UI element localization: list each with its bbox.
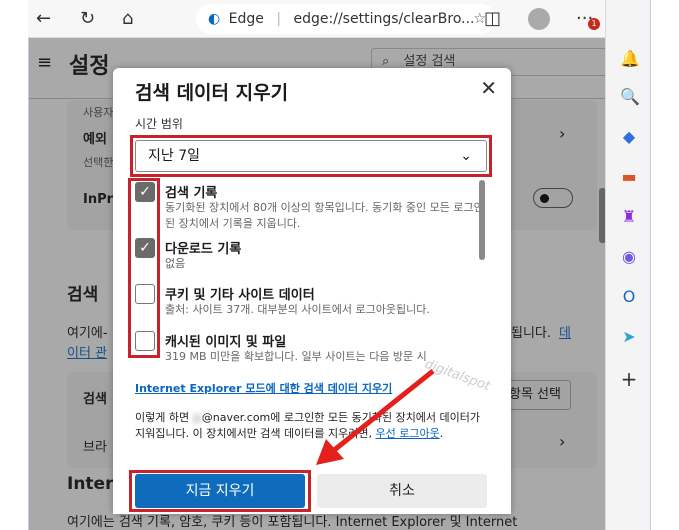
inprivate-toggle[interactable]	[533, 188, 573, 208]
profile-avatar[interactable]	[528, 8, 550, 30]
back-icon[interactable]: ←	[36, 8, 51, 29]
bg-text: 됩니다.	[511, 326, 552, 341]
checkbox[interactable]	[135, 284, 155, 304]
add-icon[interactable]: +	[620, 369, 638, 389]
bg-text: 사용자	[83, 106, 114, 119]
split-screen-icon[interactable]: ◫	[484, 8, 501, 29]
shopping-tag-icon[interactable]: ◆	[620, 128, 638, 146]
time-range-select[interactable]: 지난 7일 ⌄	[135, 140, 487, 172]
bg-text: 선택한	[83, 156, 114, 169]
hamburger-menu-icon[interactable]: ≡	[37, 52, 52, 73]
microsoft365-icon[interactable]: ◉	[620, 248, 638, 266]
chevron-right-icon[interactable]: ›	[559, 432, 565, 451]
chevron-down-icon: ⌄	[460, 148, 472, 164]
search-icon[interactable]: 🔍	[620, 88, 640, 106]
time-range-label: 시간 범위	[135, 117, 183, 131]
cancel-button[interactable]: 취소	[317, 474, 487, 508]
bg-text: 여기에는 검색 기록, 암호, 쿠키 등이 포함됩니다. Internet Ex…	[67, 515, 518, 530]
edge-icon: ◐	[208, 11, 221, 27]
bg-text: Inter	[67, 474, 114, 494]
browser-toolbar: ← ↻ ⌂ ◐ Edge | edge://settings/clearBro.…	[28, 0, 650, 38]
chevron-right-icon[interactable]: ›	[559, 124, 565, 143]
checkbox[interactable]	[135, 331, 155, 351]
url-text: edge://settings/clearBro...	[293, 11, 475, 27]
brand-label: Edge	[228, 11, 264, 27]
red-arrow-annotation	[316, 369, 435, 465]
bell-icon[interactable]: 🔔	[620, 50, 640, 68]
checkbox[interactable]: ✓	[135, 238, 155, 258]
tools-icon[interactable]: ▬	[620, 168, 638, 186]
dialog-scrollbar[interactable]	[479, 180, 485, 260]
refresh-icon[interactable]: ↻	[80, 8, 95, 29]
home-icon[interactable]: ⌂	[122, 8, 133, 29]
bg-link[interactable]: 이터 관	[67, 342, 107, 361]
bg-text: 브라	[83, 440, 107, 455]
outlook-icon[interactable]: O	[620, 288, 638, 306]
dialog-title: 검색 데이터 지우기	[135, 82, 289, 104]
bg-text: 검색	[83, 392, 107, 407]
notification-badge: 1	[588, 18, 600, 30]
address-bar[interactable]: ◐ Edge | edge://settings/clearBro... ☆	[196, 4, 496, 34]
edge-sidebar: 🔔 🔍 ◆ ▬ ♜ ◉ O ➤ +	[605, 0, 651, 530]
bg-text: 여기에-	[67, 326, 108, 341]
checkbox[interactable]: ✓	[135, 182, 155, 202]
send-icon[interactable]: ➤	[620, 328, 638, 346]
bg-text: 검색	[67, 285, 99, 305]
settings-title: 설정	[69, 54, 110, 79]
clear-now-button[interactable]: 지금 지우기	[135, 474, 305, 508]
bg-link[interactable]: 데	[559, 322, 571, 341]
close-icon[interactable]: ✕	[480, 76, 497, 100]
bg-text: 예외	[83, 132, 107, 147]
clear-browsing-data-dialog: 검색 데이터 지우기 ✕ 시간 범위 지난 7일 ⌄ ✓ 검색 기록 동기화된 장…	[113, 68, 511, 514]
games-icon[interactable]: ♜	[620, 208, 638, 226]
